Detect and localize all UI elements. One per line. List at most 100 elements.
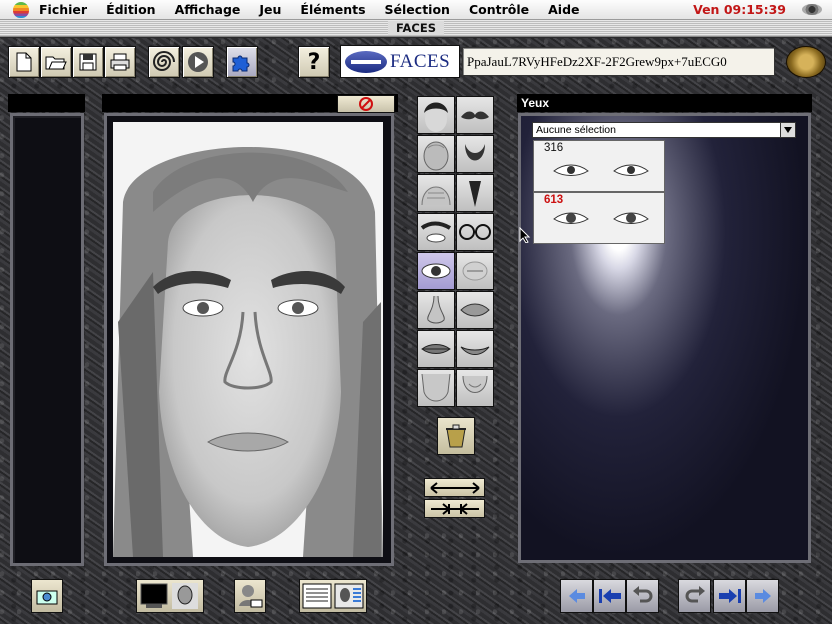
feature-head-shape[interactable]	[417, 135, 455, 173]
witness-button[interactable]	[234, 579, 266, 613]
nose-icon	[427, 295, 445, 324]
arrow-last-icon	[718, 589, 741, 603]
feature-filter-dropdown[interactable]: Aucune sélection	[532, 122, 796, 138]
id-card-button[interactable]	[299, 579, 367, 613]
feature-chin[interactable]	[456, 369, 494, 407]
print-button[interactable]	[104, 46, 136, 78]
puzzle-icon	[232, 55, 250, 72]
chin-icon	[462, 375, 488, 393]
puzzle-button[interactable]	[226, 46, 258, 78]
menu-edition[interactable]: Édition	[106, 2, 156, 17]
narrow-button[interactable]	[424, 499, 485, 518]
last-button[interactable]	[713, 579, 746, 613]
arrow-right-icon	[754, 589, 771, 603]
undo-button[interactable]	[626, 579, 659, 613]
next-button[interactable]	[746, 579, 779, 613]
menu-clock[interactable]: Ven 09:15:39	[693, 2, 786, 17]
feature-forehead[interactable]	[417, 174, 455, 212]
bald-head-icon	[423, 141, 449, 171]
morph-button[interactable]	[148, 46, 180, 78]
feature-chin-beard[interactable]	[456, 174, 494, 212]
arrow-first-icon	[598, 589, 621, 603]
mouth-icon	[421, 344, 451, 354]
hair-icon	[424, 102, 448, 132]
person-keyboard-icon	[239, 585, 263, 608]
monitor-portrait-button[interactable]	[136, 579, 204, 613]
redo-arrow-icon	[685, 586, 705, 603]
undo-arrow-icon	[632, 586, 652, 603]
feature-beard[interactable]	[456, 135, 494, 173]
eyebrow-icon	[420, 221, 452, 243]
forehead-icon	[421, 186, 451, 206]
composite-code-field[interactable]: PpaJauL7RVyHFeDz2XF-2F2Grew9px+7uECG0	[462, 47, 775, 76]
feature-nose[interactable]	[417, 291, 455, 329]
save-button[interactable]	[72, 46, 104, 78]
feature-misc[interactable]	[456, 252, 494, 290]
play-button[interactable]	[182, 46, 214, 78]
lips-icon	[460, 303, 490, 317]
open-folder-icon	[45, 56, 67, 70]
eye-pair-icon	[553, 164, 649, 176]
floppy-disk-icon	[79, 53, 97, 71]
widen-button[interactable]	[424, 478, 485, 497]
face-composite-image[interactable]	[113, 122, 383, 557]
trash-can-icon	[446, 424, 466, 448]
feature-eyes[interactable]	[417, 252, 455, 290]
left-side-panel	[10, 113, 84, 566]
clear-face-button[interactable]	[337, 95, 395, 113]
menu-controle[interactable]: Contrôle	[469, 2, 529, 17]
chevron-down-icon[interactable]	[780, 123, 795, 137]
trash-button[interactable]	[437, 417, 475, 455]
eye-thumbnail-316[interactable]: 316	[533, 140, 665, 192]
first-button[interactable]	[593, 579, 626, 613]
faces-logo: FACES	[340, 45, 460, 78]
glasses-icon	[459, 224, 491, 240]
left-panel-header	[8, 94, 85, 112]
feature-glasses[interactable]	[456, 213, 494, 251]
arrow-left-icon	[568, 589, 585, 603]
feature-mouth[interactable]	[417, 330, 455, 368]
faces-logo-emblem	[345, 50, 387, 73]
eye-pair-icon	[553, 212, 649, 224]
menu-affichage[interactable]: Affichage	[175, 2, 241, 17]
mouse-cursor-icon	[519, 227, 531, 243]
window-title-bar[interactable]: FACES	[0, 20, 832, 37]
mustache-icon	[461, 111, 489, 120]
previous-button[interactable]	[560, 579, 593, 613]
eye-thumbnail-613[interactable]: 613	[533, 192, 665, 244]
menu-selection[interactable]: Sélection	[385, 2, 450, 17]
feature-hair[interactable]	[417, 96, 455, 134]
menu-bar: Fichier Édition Affichage Jeu Éléments S…	[0, 0, 832, 20]
goatee-icon	[469, 181, 481, 207]
cheek-icon	[462, 261, 488, 281]
prohibited-icon	[359, 97, 373, 111]
double-arrow-in-icon	[430, 502, 479, 515]
window-title: FACES	[387, 21, 445, 35]
feature-lips[interactable]	[456, 291, 494, 329]
smile-icon	[460, 346, 490, 355]
jaw-icon	[421, 373, 451, 402]
monitor-face-icon	[140, 583, 198, 609]
id-card-icon	[302, 583, 364, 609]
camera-button[interactable]	[31, 579, 63, 613]
menu-elements[interactable]: Éléments	[300, 2, 365, 17]
redo-button[interactable]	[678, 579, 711, 613]
badge-emblem-icon	[786, 46, 826, 78]
eye-icon[interactable]	[802, 4, 822, 15]
feature-jaw[interactable]	[417, 369, 455, 407]
menu-fichier[interactable]: Fichier	[39, 2, 87, 17]
open-folder-button[interactable]	[40, 46, 72, 78]
beard-icon	[465, 144, 485, 161]
menu-aide[interactable]: Aide	[548, 2, 579, 17]
camera-icon	[36, 590, 58, 605]
feature-eyebrows[interactable]	[417, 213, 455, 251]
feature-mustache[interactable]	[456, 96, 494, 134]
question-mark-icon: ?	[307, 49, 321, 75]
new-document-icon	[16, 52, 32, 72]
spiral-icon	[152, 51, 175, 71]
new-document-button[interactable]	[8, 46, 40, 78]
apple-menu-icon[interactable]	[13, 1, 29, 18]
feature-smile[interactable]	[456, 330, 494, 368]
menu-jeu[interactable]: Jeu	[259, 2, 281, 17]
help-button[interactable]: ?	[298, 46, 330, 78]
